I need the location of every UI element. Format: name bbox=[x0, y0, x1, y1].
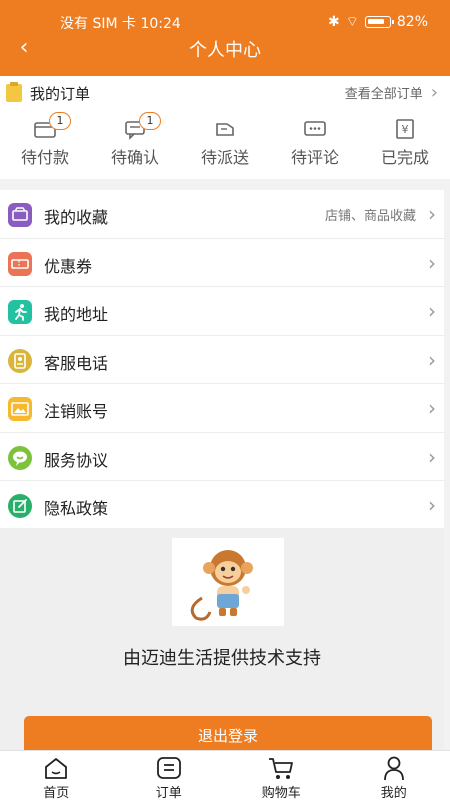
order-tab-label: 待评论 bbox=[290, 148, 339, 167]
chevron-right-icon: › bbox=[428, 299, 436, 323]
chevron-right-icon: › bbox=[430, 81, 438, 103]
tab-label: 购物车 bbox=[261, 786, 301, 800]
chevron-right-icon: › bbox=[428, 493, 436, 517]
menu-item-privacy-policy[interactable]: 隐私政策 › bbox=[0, 481, 444, 530]
tab-label: 首页 bbox=[43, 786, 70, 800]
menu-item-cancel-account[interactable]: 注销账号 › bbox=[0, 384, 444, 433]
menu-item-service-agreement[interactable]: 服务协议 › bbox=[0, 433, 444, 481]
list-icon bbox=[156, 757, 181, 779]
chevron-right-icon: › bbox=[428, 347, 436, 372]
menu-item-favorites[interactable]: 我的收藏 店铺、商品收藏 › bbox=[0, 190, 444, 239]
cart-icon bbox=[269, 758, 294, 779]
home-icon bbox=[45, 758, 68, 779]
order-tab-pending-review[interactable]: 待评论 bbox=[270, 118, 360, 174]
menu-list: 我的收藏 店铺、商品收藏 › 优惠券 › 我的地址 › 客服电话 › 注销账号 … bbox=[0, 190, 444, 530]
chevron-right-icon: › bbox=[428, 396, 436, 420]
tab-orders[interactable]: 订单 bbox=[113, 751, 226, 800]
bottom-tab-bar: 首页 订单 购物车 我的 bbox=[0, 750, 450, 800]
battery-percent: 82% bbox=[396, 14, 428, 30]
view-all-label: 查看全部订单 bbox=[344, 87, 423, 102]
menu-item-label: 我的地址 bbox=[44, 305, 109, 324]
smile-chat-icon bbox=[8, 445, 32, 470]
status-bar: 没有 SIM 卡 10:24 ✱ ⌔ 82% bbox=[0, 12, 450, 32]
svg-text:¥: ¥ bbox=[402, 123, 409, 136]
battery-icon bbox=[364, 16, 394, 28]
image-icon bbox=[8, 397, 32, 421]
chevron-right-icon: › bbox=[428, 444, 436, 469]
menu-item-hint: 店铺、商品收藏 bbox=[324, 209, 416, 224]
status-indicators: ✱ ⌔ 82% bbox=[328, 13, 428, 31]
tab-label: 订单 bbox=[155, 786, 182, 800]
menu-item-label: 客服电话 bbox=[44, 353, 109, 373]
wifi-icon: ⌔ bbox=[345, 14, 359, 30]
menu-item-label: 优惠券 bbox=[44, 256, 93, 276]
favorites-icon bbox=[8, 203, 32, 227]
order-tab-label: 已完成 bbox=[380, 148, 429, 167]
tab-me[interactable]: 我的 bbox=[338, 751, 450, 800]
delivery-box-icon bbox=[216, 123, 234, 136]
orders-title: 我的订单 bbox=[30, 85, 91, 103]
view-all-orders-link[interactable]: 查看全部订单 › bbox=[345, 83, 438, 102]
order-tab-label: 待派送 bbox=[200, 148, 249, 167]
order-status-tabs: 1 待付款 1 待确认 待派送 待评论 ¥ 已完成 bbox=[0, 112, 450, 174]
edit-icon bbox=[8, 494, 32, 518]
order-tab-pending-confirm[interactable]: 1 待确认 bbox=[90, 112, 180, 174]
clipboard-icon bbox=[6, 82, 22, 102]
menu-item-coupons[interactable]: 优惠券 › bbox=[0, 239, 444, 287]
page-title: 个人中心 bbox=[189, 40, 261, 61]
tab-cart[interactable]: 购物车 bbox=[225, 751, 338, 800]
order-tab-pending-payment[interactable]: 1 待付款 bbox=[0, 112, 90, 174]
menu-item-label: 服务协议 bbox=[44, 450, 109, 470]
tab-label: 我的 bbox=[380, 786, 407, 800]
monkey-mascot-logo bbox=[172, 538, 284, 626]
tech-support-text: 由迈迪生活提供技术支持 bbox=[123, 648, 321, 669]
order-badge: 1 bbox=[139, 112, 161, 130]
menu-item-label: 我的收藏 bbox=[44, 208, 109, 227]
order-tab-completed[interactable]: ¥ 已完成 bbox=[360, 118, 450, 174]
top-header: 没有 SIM 卡 10:24 ✱ ⌔ 82% ‹ 个人中心 bbox=[0, 0, 450, 76]
coupon-icon bbox=[8, 251, 32, 276]
menu-item-address[interactable]: 我的地址 › bbox=[0, 287, 444, 336]
chevron-right-icon: › bbox=[428, 202, 436, 226]
orders-header: 我的订单 查看全部订单 › bbox=[0, 76, 450, 108]
yen-receipt-icon: ¥ bbox=[396, 119, 414, 139]
status-carrier-time: 没有 SIM 卡 10:24 bbox=[60, 16, 181, 32]
order-badge: 1 bbox=[49, 112, 71, 130]
menu-item-label: 注销账号 bbox=[44, 402, 109, 421]
user-icon bbox=[383, 756, 404, 781]
comment-icon bbox=[304, 121, 326, 136]
tab-home[interactable]: 首页 bbox=[0, 751, 113, 800]
orders-section: 我的订单 查看全部订单 › 1 待付款 1 待确认 待派送 待评论 ¥ 已完成 bbox=[0, 76, 450, 179]
bluetooth-icon: ✱ bbox=[327, 14, 340, 30]
chevron-right-icon: › bbox=[428, 250, 436, 275]
order-tab-pending-delivery[interactable]: 待派送 bbox=[180, 118, 270, 174]
order-tab-label: 待确认 bbox=[110, 148, 159, 167]
menu-item-customer-service[interactable]: 客服电话 › bbox=[0, 336, 444, 384]
order-tab-label: 待付款 bbox=[20, 148, 69, 167]
runner-icon bbox=[8, 300, 32, 324]
footer-section: 由迈迪生活提供技术支持 退出登录 bbox=[0, 528, 444, 752]
logout-button[interactable]: 退出登录 bbox=[24, 716, 432, 752]
phone-card-icon bbox=[8, 348, 32, 373]
menu-item-label: 隐私政策 bbox=[44, 499, 109, 518]
